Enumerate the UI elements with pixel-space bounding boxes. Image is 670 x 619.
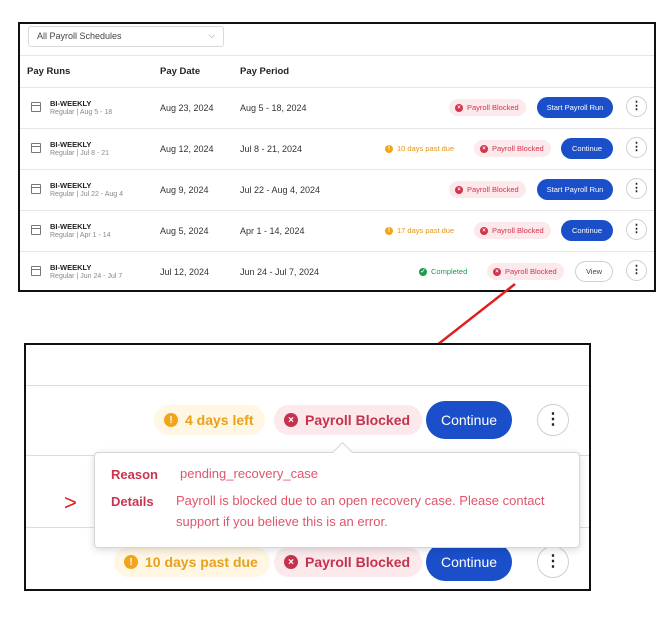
annotation-marker: > [64,490,77,515]
status-badge-days-left: ! 4 days left [154,405,266,435]
status-badge-blocked[interactable]: × Payroll Blocked [274,547,423,577]
more-options-button[interactable]: ⋮ [537,546,569,578]
divider [26,385,589,386]
status-badge-blocked[interactable]: × Payroll Blocked [274,405,423,435]
blocked-reason-tooltip: Reason pending_recovery_case Details Pay… [94,452,580,548]
reason-label: Reason [111,467,158,482]
zoomed-detail-panel: ! 4 days left × Payroll Blocked Continue ⋮… [24,343,591,591]
status-badge-past-due: ! 10 days past due [114,547,270,577]
badge-label: Payroll Blocked [305,554,411,570]
details-label: Details [111,494,154,509]
x-circle-icon: × [284,413,298,427]
badge-label: Payroll Blocked [305,412,411,428]
badge-label: 10 days past due [145,554,258,570]
alert-icon: ! [164,413,178,427]
x-circle-icon: × [284,555,298,569]
alert-icon: ! [124,555,138,569]
badge-label: 4 days left [185,412,254,428]
more-options-button[interactable]: ⋮ [537,404,569,436]
continue-button[interactable]: Continue [426,401,512,439]
details-line-1: Payroll is blocked due to an open recove… [176,493,545,508]
details-line-2: support if you believe this is an error. [176,514,388,529]
reason-value: pending_recovery_case [180,466,319,481]
continue-button[interactable]: Continue [426,543,512,581]
